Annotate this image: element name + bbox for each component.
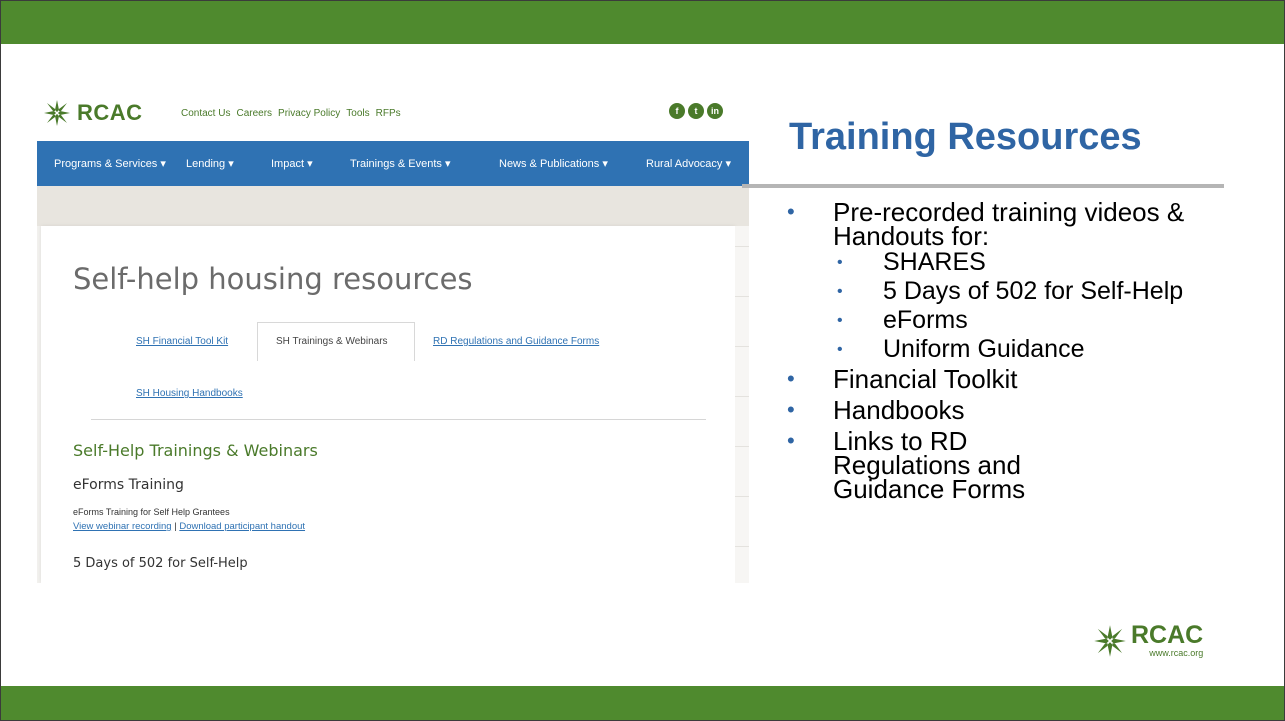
bullet-text: Financial Toolkit [833,364,1018,394]
tab-housing-handbooks[interactable]: SH Housing Handbooks [136,388,243,399]
nav-trainings-events[interactable]: Trainings & Events ▾ [350,157,451,170]
slide-title: Training Resources [789,116,1142,158]
bullet-dot: • [837,254,843,271]
bullet-dot: • [787,428,795,453]
top-link-contact[interactable]: Contact Us [181,108,230,119]
eforms-description: eForms Training for Self Help Grantees [73,507,230,517]
sub-bullet-item: • eForms [787,308,1227,333]
top-green-band [1,1,1284,44]
bullet-dot: • [787,199,795,224]
bullet-list: • Pre-recorded training videos & Handouts… [787,197,1227,504]
tab-rd-regulations[interactable]: RD Regulations and Guidance Forms [433,336,599,347]
sub-bullet-text: SHARES [883,248,986,276]
content-card: Self-help housing resources SH Financial… [41,226,735,583]
tab-trainings-label: SH Trainings & Webinars [276,336,388,347]
bullet-item: • Financial Toolkit [787,364,1227,394]
site-logo[interactable]: RCAC [43,99,143,127]
nav-rural-advocacy[interactable]: Rural Advocacy ▾ [646,157,731,170]
top-links: Contact Us Careers Privacy Policy Tools … [181,108,401,119]
sub-bullet-item: • SHARES [787,250,1227,275]
section-title: Self-Help Trainings & Webinars [73,441,318,460]
bullet-item: • Handbooks [787,395,1227,425]
bullet-dot: • [837,283,843,300]
slide: RCAC Contact Us Careers Privacy Policy T… [0,0,1285,721]
nav-news-publications[interactable]: News & Publications ▾ [499,157,608,170]
slide-logo-url: www.rcac.org [1149,648,1204,658]
sub-bullet-item: • 5 Days of 502 for Self-Help [787,279,1227,304]
bullet-item: • Pre-recorded training videos & Handouts… [787,197,1227,251]
sub-bullet-text: 5 Days of 502 for Self-Help [883,277,1184,305]
top-link-rfps[interactable]: RFPs [376,108,401,119]
bullet-dot: • [787,366,795,391]
nav-lending[interactable]: Lending ▾ [186,157,234,170]
tab-trainings-webinars[interactable]: SH Trainings & Webinars [257,322,415,361]
rcac-star-icon [1094,624,1126,657]
bullet-text: Pre-recorded training videos & Handouts … [833,197,1185,251]
slide-logo: RCAC www.rcac.org [1093,623,1203,658]
participant-handout-link[interactable]: Download participant handout [179,521,305,532]
bullet-item: • Links to RD Regulations and Guidance Fo… [787,426,1083,504]
eforms-links: View webinar recording | Download partic… [73,521,305,532]
slide-logo-words: RCAC www.rcac.org [1131,621,1204,659]
site-header: RCAC Contact Us Careers Privacy Policy T… [37,89,749,141]
linkedin-icon[interactable]: in [707,103,723,119]
nav-impact[interactable]: Impact ▾ [271,157,313,170]
texture-band [37,186,749,226]
social-icons: f t in [669,103,723,119]
title-underline [742,184,1224,188]
page-title: Self-help housing resources [73,262,473,296]
rcac-star-icon [44,100,70,126]
bullet-dot: • [787,397,795,422]
site-logo-text: RCAC [77,100,143,125]
bullet-text: Handbooks [833,395,965,425]
twitter-icon[interactable]: t [688,103,704,119]
top-link-tools[interactable]: Tools [346,108,369,119]
sub-bullet-text: Uniform Guidance [883,335,1085,363]
tab-financial-tool-kit[interactable]: SH Financial Tool Kit [136,336,228,347]
eforms-title: eForms Training [73,477,184,493]
slide-logo-text: RCAC [1131,621,1204,649]
bullet-dot: • [837,312,843,329]
side-strip [735,226,749,583]
five-days-title: 5 Days of 502 for Self-Help [73,556,248,571]
top-link-careers[interactable]: Careers [236,108,272,119]
nav-programs-services[interactable]: Programs & Services ▾ [54,157,166,170]
sub-bullet-item: • Uniform Guidance [787,337,1227,362]
content-panel: Self-help housing resources SH Financial… [37,226,749,583]
top-link-privacy[interactable]: Privacy Policy [278,108,340,119]
bullet-dot: • [837,341,843,358]
tab-divider [91,419,706,420]
bottom-green-band [1,686,1284,720]
webinar-recording-link[interactable]: View webinar recording [73,521,172,532]
website-screenshot: RCAC Contact Us Careers Privacy Policy T… [37,89,749,583]
sub-bullet-text: eForms [883,306,968,334]
main-nav: Programs & Services ▾ Lending ▾ Impact ▾… [37,141,749,186]
bullet-text: Links to RD Regulations and Guidance For… [833,426,1026,504]
facebook-icon[interactable]: f [669,103,685,119]
